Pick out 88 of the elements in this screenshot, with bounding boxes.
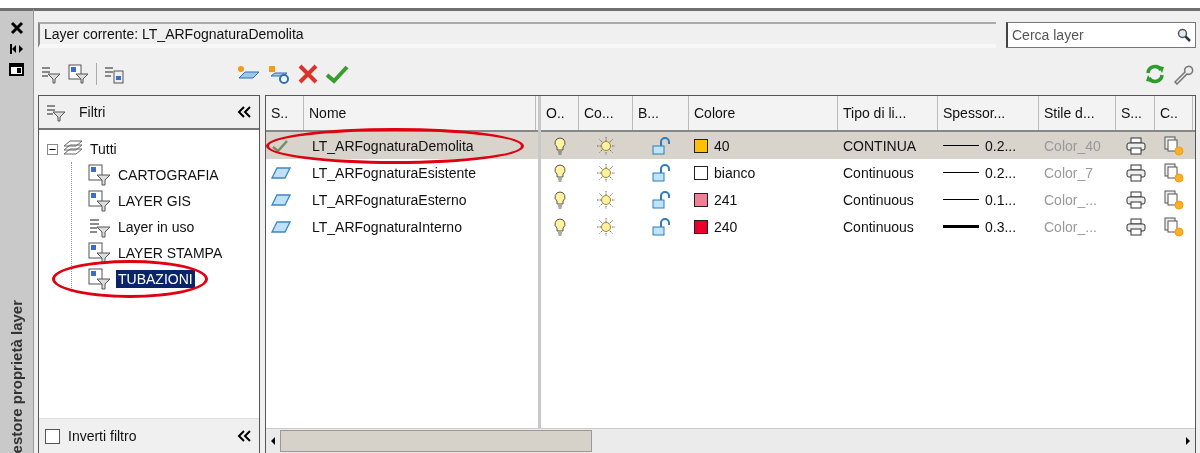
collapse-icon[interactable] bbox=[47, 143, 58, 155]
close-icon[interactable] bbox=[9, 21, 24, 35]
open-padlock-icon[interactable] bbox=[652, 217, 670, 236]
lightbulb-icon[interactable] bbox=[554, 190, 566, 209]
group-filter-icon bbox=[88, 190, 112, 212]
color-swatch[interactable] bbox=[694, 138, 708, 153]
printer-icon[interactable] bbox=[1125, 217, 1146, 236]
filter-item[interactable]: Tutti bbox=[88, 140, 119, 158]
layer-name-cell-text: LT_ARFognaturaEsterno bbox=[311, 190, 468, 210]
layer-name-cell-text: LT_ARFognaturaInterno bbox=[311, 217, 463, 237]
column-header[interactable]: Stile d... bbox=[1039, 96, 1116, 130]
auto-hide-icon[interactable] bbox=[9, 43, 24, 55]
palette-title: estore proprietà layer bbox=[8, 299, 25, 453]
layer-name-cell-text: LT_ARFognaturaDemolita bbox=[311, 136, 475, 156]
search-icon bbox=[1177, 28, 1191, 42]
column-header[interactable]: Tipo di li... bbox=[838, 96, 938, 130]
sun-icon[interactable] bbox=[596, 189, 616, 210]
color-name: 241 bbox=[714, 191, 738, 208]
sun-icon[interactable] bbox=[596, 135, 616, 156]
filter-item[interactable]: LAYER GIS bbox=[116, 192, 193, 210]
printer-icon[interactable] bbox=[1125, 190, 1146, 209]
scrollbar-thumb[interactable] bbox=[280, 430, 592, 452]
collapse-button[interactable] bbox=[235, 428, 253, 444]
column-header[interactable]: C.. bbox=[1155, 96, 1193, 130]
filter-item[interactable]: LAYER STAMPA bbox=[116, 244, 225, 262]
checkmark-icon[interactable] bbox=[271, 138, 289, 153]
column-header[interactable]: Spessor... bbox=[938, 96, 1039, 130]
open-padlock-icon[interactable] bbox=[652, 190, 670, 209]
current-layer-label: Layer corrente: LT_ARFognaturaDemolita bbox=[38, 22, 996, 48]
layer-icon[interactable] bbox=[271, 193, 291, 206]
plot-style-cell-text: Color_40 bbox=[1043, 136, 1102, 156]
column-header[interactable]: O.. bbox=[541, 96, 579, 130]
column-header[interactable]: S... bbox=[1116, 96, 1155, 130]
plot-style-cell-text: Color_... bbox=[1043, 217, 1098, 237]
lightbulb-icon[interactable] bbox=[554, 217, 566, 236]
color-swatch[interactable] bbox=[694, 192, 708, 207]
lineweight-value[interactable]: 0.3... bbox=[985, 218, 1017, 235]
column-header[interactable]: B... bbox=[633, 96, 689, 130]
color-swatch[interactable] bbox=[694, 165, 708, 180]
color-name: 240 bbox=[714, 218, 738, 235]
sun-icon[interactable] bbox=[596, 162, 616, 183]
column-header[interactable]: Colore bbox=[689, 96, 838, 130]
checkmark-icon[interactable] bbox=[325, 64, 349, 84]
layers-stack-icon bbox=[62, 140, 84, 158]
property-filter-icon bbox=[88, 216, 112, 238]
open-padlock-icon[interactable] bbox=[652, 163, 670, 182]
filter-item[interactable]: CARTOGRAFIA bbox=[116, 166, 221, 184]
layer-icon[interactable] bbox=[271, 166, 291, 179]
search-field[interactable]: Cerca layer bbox=[1006, 22, 1196, 48]
color-name: bianco bbox=[714, 164, 756, 181]
column-header[interactable]: S.. bbox=[266, 96, 304, 130]
lineweight-value[interactable]: 0.1... bbox=[985, 191, 1017, 208]
double-chevron-icon bbox=[237, 106, 251, 118]
color-name: 40 bbox=[714, 137, 730, 154]
open-padlock-icon[interactable] bbox=[652, 136, 670, 155]
layer-icon[interactable] bbox=[271, 220, 291, 233]
lineweight-value[interactable]: 0.2... bbox=[985, 137, 1017, 154]
lightbulb-icon[interactable] bbox=[554, 136, 566, 155]
lightbulb-icon[interactable] bbox=[554, 163, 566, 182]
column-header[interactable]: Co... bbox=[579, 96, 633, 130]
sun-icon[interactable] bbox=[596, 216, 616, 237]
plot-style-cell-text: Color_... bbox=[1043, 190, 1098, 210]
group-filter-icon bbox=[88, 164, 112, 186]
group-filter-icon bbox=[88, 242, 112, 264]
refresh-icon[interactable] bbox=[1144, 64, 1166, 84]
filter-panel-title: Filtri bbox=[79, 104, 107, 120]
filter-item[interactable]: TUBAZIONI bbox=[116, 270, 195, 288]
filter-icon bbox=[45, 102, 67, 122]
group-filter-icon bbox=[88, 268, 112, 290]
linetype-cell[interactable]: Continuous bbox=[838, 213, 938, 240]
printer-icon[interactable] bbox=[1125, 163, 1146, 182]
lineweight-value[interactable]: 0.2... bbox=[985, 164, 1017, 181]
plot-style-cell-text: Color_7 bbox=[1043, 163, 1095, 183]
color-swatch[interactable] bbox=[694, 219, 708, 234]
collapse-button[interactable] bbox=[235, 104, 253, 120]
linetype-cell[interactable]: CONTINUA bbox=[838, 132, 938, 159]
horizontal-scrollbar[interactable] bbox=[266, 428, 1195, 453]
invert-filter-checkbox[interactable] bbox=[45, 428, 60, 444]
linetype-cell[interactable]: Continuous bbox=[838, 186, 938, 213]
wrench-icon[interactable] bbox=[1172, 63, 1194, 85]
layer-name-cell-text: LT_ARFognaturaEsistente bbox=[311, 163, 477, 183]
delete-icon[interactable] bbox=[297, 64, 319, 84]
filter-item[interactable]: Layer in uso bbox=[116, 218, 197, 236]
column-header[interactable]: Nome bbox=[304, 96, 536, 130]
double-chevron-icon bbox=[237, 430, 251, 442]
invert-filter-label: Inverti filtro bbox=[68, 428, 138, 444]
linetype-cell[interactable]: Continuous bbox=[838, 159, 938, 186]
printer-icon[interactable] bbox=[1125, 136, 1146, 155]
